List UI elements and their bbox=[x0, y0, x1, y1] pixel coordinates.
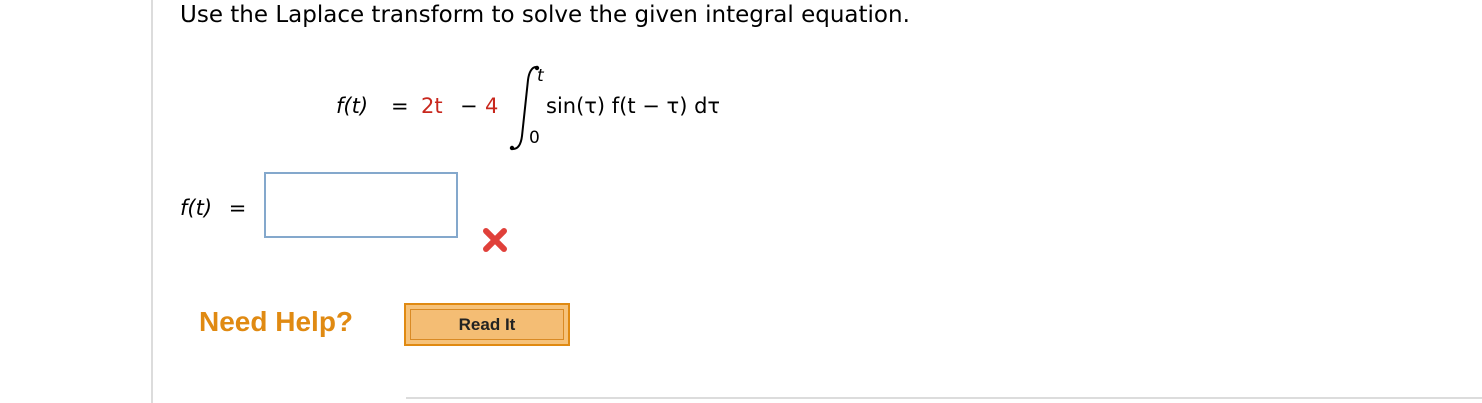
question-panel: Use the Laplace transform to solve the g… bbox=[0, 0, 1482, 403]
equation-lhs: f(t) bbox=[336, 94, 369, 118]
need-help-label: Need Help? bbox=[199, 306, 354, 337]
equation-minus: − bbox=[460, 94, 478, 118]
answer-input[interactable] bbox=[264, 172, 458, 238]
read-it-label: Read It bbox=[410, 309, 564, 340]
left-divider bbox=[151, 0, 153, 403]
x-mark-icon bbox=[483, 228, 507, 252]
equation-equals: = bbox=[391, 94, 409, 118]
equation-linear-term: 2t bbox=[421, 94, 443, 118]
question-prompt: Use the Laplace transform to solve the g… bbox=[180, 2, 910, 28]
answer-function: f(t) bbox=[180, 196, 213, 220]
read-it-button[interactable]: Read It bbox=[404, 303, 570, 346]
equation-integrand: sin(τ) f(t − τ) dτ bbox=[546, 94, 721, 118]
integral-lower-limit: 0 bbox=[529, 128, 540, 148]
integral-upper-limit: t bbox=[537, 66, 544, 86]
answer-equals: = bbox=[228, 196, 247, 220]
bottom-divider bbox=[406, 397, 1482, 399]
answer-label: f(t) = bbox=[180, 196, 246, 220]
equation-coefficient: 4 bbox=[485, 94, 499, 118]
